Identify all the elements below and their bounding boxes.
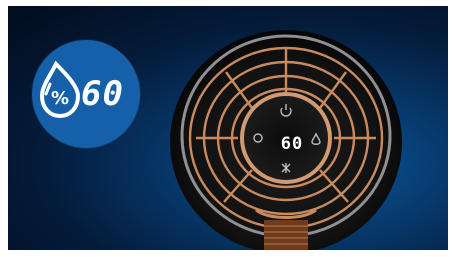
humidity-badge: % 60: [32, 40, 140, 148]
bottom-vent: [255, 208, 317, 250]
product-image: % 60 60: [8, 6, 448, 250]
display-humidity-value: 60: [280, 134, 304, 154]
humidity-value: 60: [81, 74, 124, 114]
svg-text:%: %: [51, 88, 69, 109]
